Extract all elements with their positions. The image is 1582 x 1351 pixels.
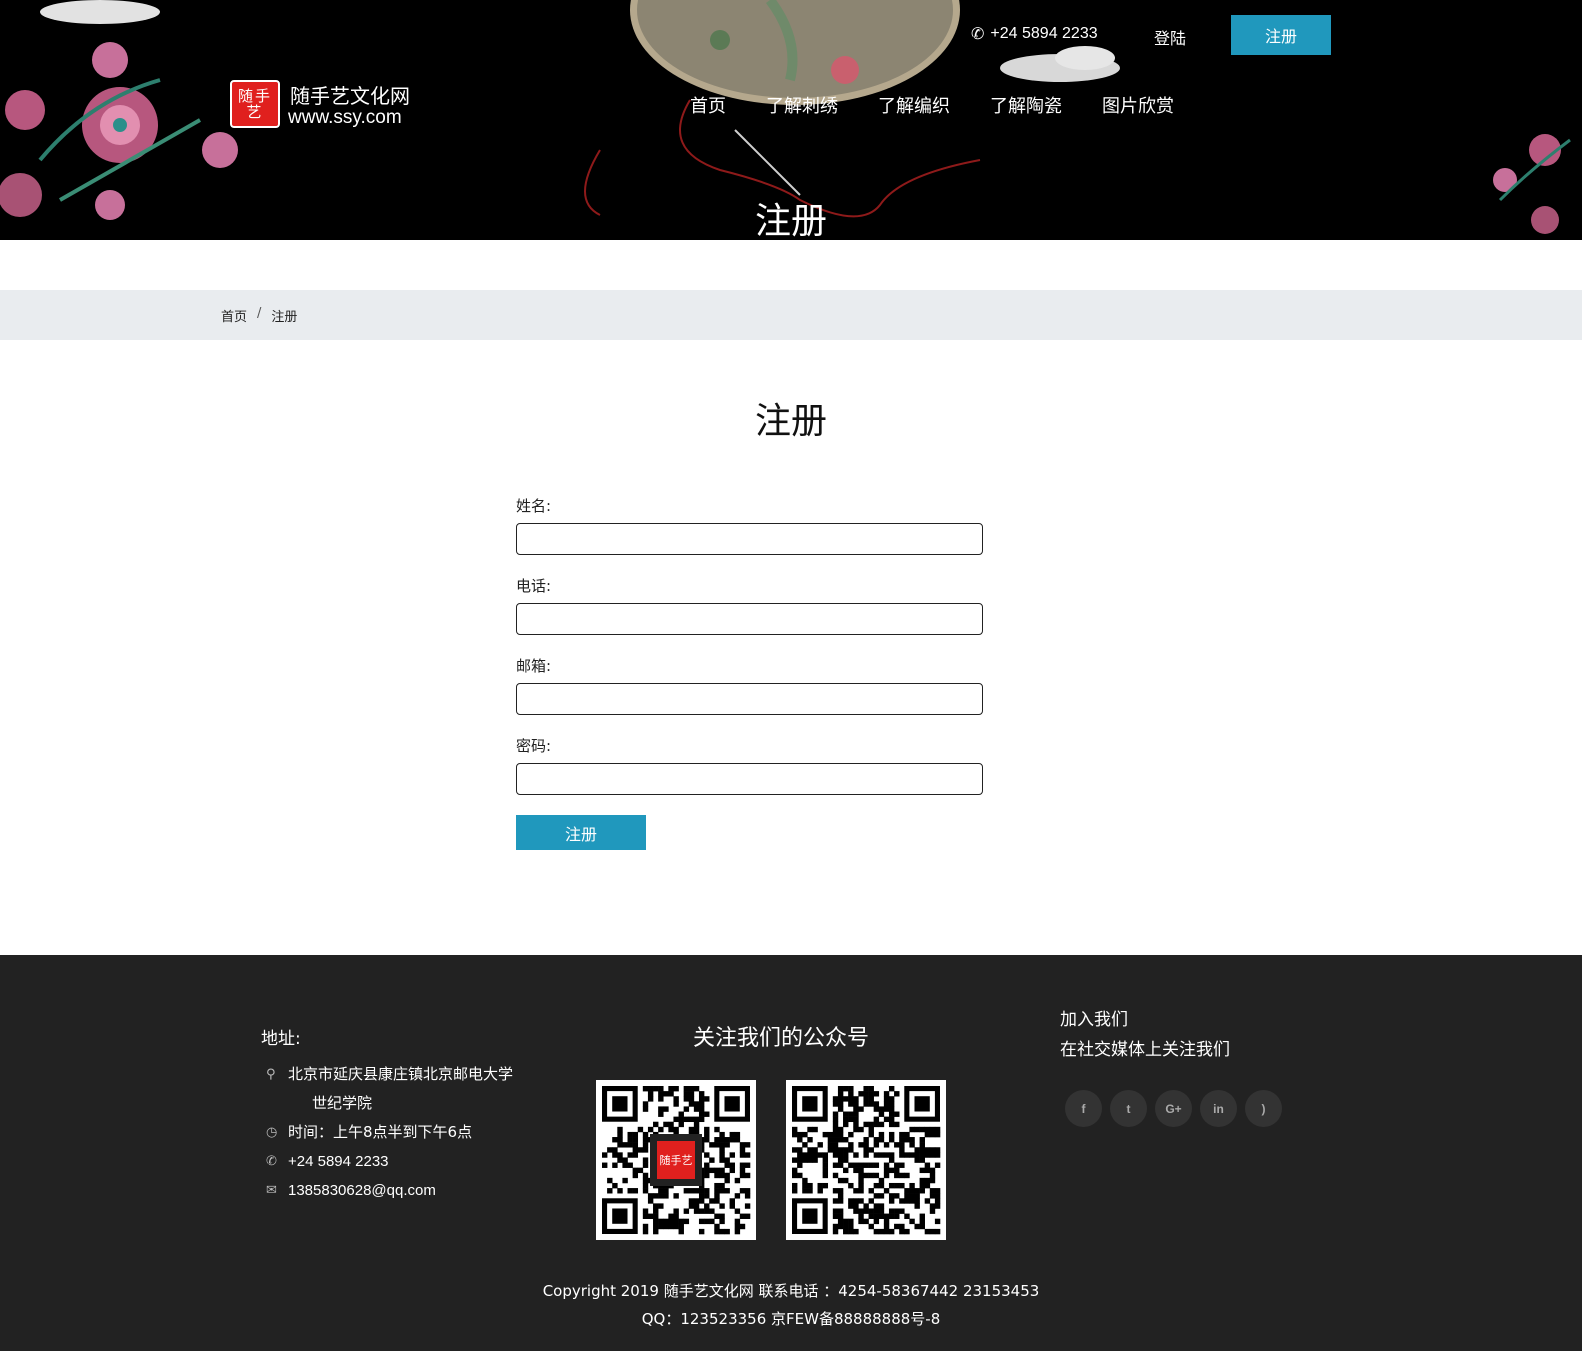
footer-email[interactable]: 1385830628@qq.com — [288, 1176, 556, 1205]
login-link[interactable]: 登陆 — [1154, 25, 1186, 49]
breadcrumb: 首页 / 注册 — [221, 306, 297, 325]
submit-register-button[interactable]: 注册 — [516, 815, 646, 850]
nav-item-embroidery[interactable]: 了解刺绣 — [766, 92, 838, 118]
join-us: 加入我们 在社交媒体上关注我们 — [1060, 1005, 1230, 1065]
logo-seal-text: 随手艺 — [237, 87, 272, 121]
qr-logo-seal: 随手艺 — [657, 1141, 695, 1179]
register-form: 姓名: 电话: 邮箱: 密码: 注册 — [516, 495, 983, 850]
banner-title: 注册 — [754, 201, 827, 240]
nav-item-home[interactable]: 首页 — [690, 92, 726, 118]
envelope-icon: ✉ — [266, 1183, 277, 1198]
breadcrumb-bar: 首页 / 注册 — [0, 290, 1582, 340]
phone-input[interactable] — [516, 603, 983, 635]
address-line-2: 世纪学院 — [312, 1094, 373, 1112]
map-pin-icon: ⚲ — [266, 1067, 276, 1082]
email-row: ✉ 1385830628@qq.com — [266, 1176, 556, 1205]
nav-item-gallery[interactable]: 图片欣赏 — [1102, 92, 1174, 118]
main-nav: 首页 了解刺绣 了解编织 了解陶瓷 图片欣赏 — [690, 92, 1214, 118]
qr-code-wechat: 随手艺 — [596, 1080, 756, 1240]
nav-item-weaving[interactable]: 了解编织 — [878, 92, 950, 118]
header-banner: 随手艺 随手艺文化网 www.ssy.com ✆ +24 5894 2233 登… — [0, 0, 1582, 240]
clock-icon: ◷ — [266, 1125, 278, 1140]
name-input[interactable] — [516, 523, 983, 555]
phone-icon: ✆ — [266, 1154, 277, 1169]
address-row-2: 世纪学院 — [266, 1089, 556, 1118]
logo-seal[interactable]: 随手艺 — [230, 80, 280, 128]
password-input[interactable] — [516, 763, 983, 795]
header-phone: ✆ +24 5894 2233 — [971, 24, 1098, 44]
facebook-icon[interactable]: f — [1065, 1090, 1102, 1127]
address-row: ⚲ 北京市延庆县康庄镇北京邮电大学 — [266, 1060, 556, 1089]
email-label: 邮箱: — [516, 657, 552, 675]
breadcrumb-current: 注册 — [271, 310, 298, 325]
twitter-icon[interactable]: t — [1110, 1090, 1147, 1127]
nav-item-ceramics[interactable]: 了解陶瓷 — [990, 92, 1062, 118]
google-plus-icon[interactable]: G+ — [1155, 1090, 1192, 1127]
breadcrumb-separator: / — [257, 306, 262, 321]
hours-text: 时间：上午8点半到下午6点 — [288, 1123, 473, 1141]
phone-label: 电话: — [516, 577, 552, 595]
site-url: www.ssy.com — [288, 107, 402, 128]
copyright-line: Copyright 2019 随手艺文化网 联系电话 ：4254-5836744… — [542, 1282, 1040, 1300]
qr-logo-badge: 随手艺 — [650, 1134, 702, 1186]
hours-row: ◷ 时间：上午8点半到下午6点 — [266, 1118, 556, 1147]
email-input[interactable] — [516, 683, 983, 715]
social-links: f t G+ in ) — [1065, 1090, 1282, 1127]
phone-row: ✆ +24 5894 2233 — [266, 1147, 556, 1176]
qr-title: 关注我们的公众号 — [692, 1026, 869, 1051]
linkedin-icon[interactable]: in — [1200, 1090, 1237, 1127]
address-title: 地址: — [261, 1029, 301, 1049]
phone-icon: ✆ — [971, 26, 985, 43]
register-button[interactable]: 注册 — [1231, 15, 1331, 55]
page-title: 注册 — [754, 401, 827, 442]
join-subtitle: 在社交媒体上关注我们 — [1060, 1040, 1230, 1060]
qr-code-secondary — [786, 1080, 946, 1240]
icp-line: QQ：123523356 京FEW备88888888号-8 — [641, 1310, 941, 1328]
password-label: 密码: — [516, 737, 552, 755]
contact-list: ⚲ 北京市延庆县康庄镇北京邮电大学 世纪学院 ◷ 时间：上午8点半到下午6点 ✆… — [266, 1060, 556, 1205]
footer: 地址: ⚲ 北京市延庆县康庄镇北京邮电大学 世纪学院 ◷ 时间：上午8点半到下午… — [0, 955, 1582, 1351]
qr-pattern — [792, 1086, 941, 1235]
site-name: 随手艺文化网 — [290, 84, 410, 108]
footer-phone: +24 5894 2233 — [288, 1153, 389, 1170]
copyright: Copyright 2019 随手艺文化网 联系电话 ：4254-5836744… — [0, 1277, 1582, 1333]
breadcrumb-home[interactable]: 首页 — [221, 306, 247, 325]
join-title: 加入我们 — [1060, 1010, 1128, 1030]
rss-icon[interactable]: ) — [1245, 1090, 1282, 1127]
name-label: 姓名: — [516, 497, 552, 515]
header-phone-number: +24 5894 2233 — [990, 25, 1098, 42]
address-line: 北京市延庆县康庄镇北京邮电大学 — [288, 1065, 514, 1083]
